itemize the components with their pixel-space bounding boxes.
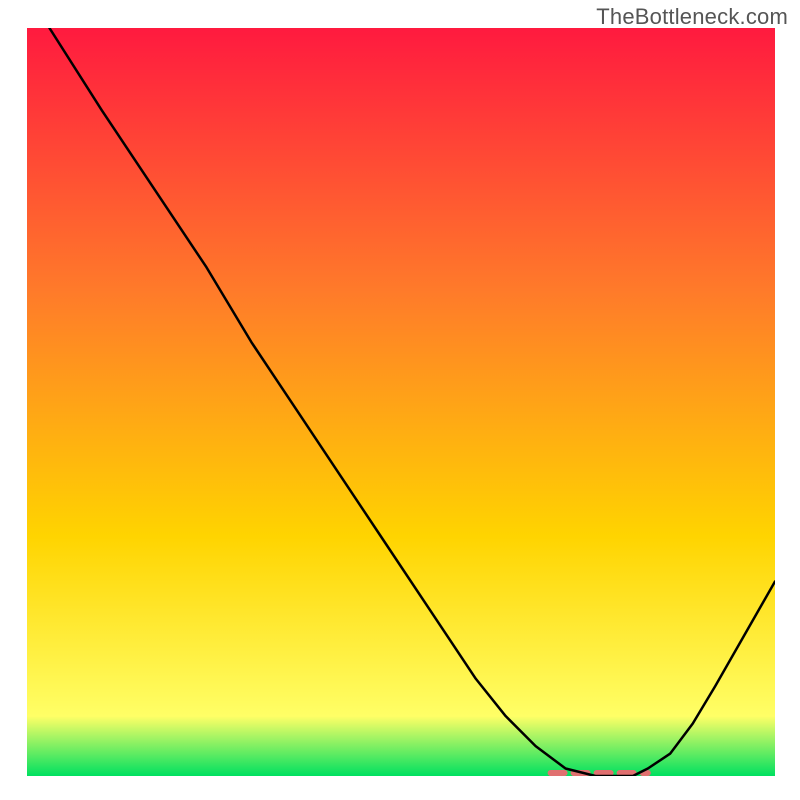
attribution-label: TheBottleneck.com (596, 4, 788, 30)
chart-svg (27, 28, 775, 776)
chart-container: TheBottleneck.com (0, 0, 800, 800)
gradient-background (27, 28, 775, 776)
plot-area (27, 28, 775, 776)
